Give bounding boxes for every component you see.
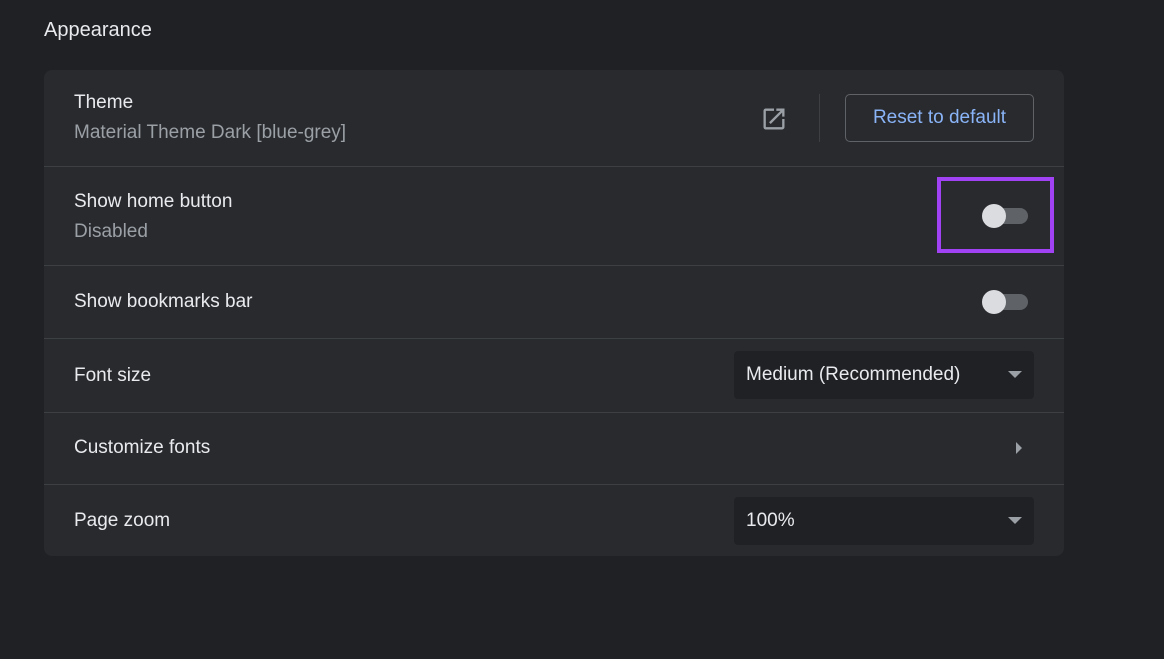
dropdown-arrow-icon xyxy=(1008,371,1022,378)
open-in-new-icon[interactable] xyxy=(760,105,788,133)
show-home-button-status: Disabled xyxy=(74,221,148,242)
section-title: Appearance xyxy=(44,19,152,41)
toggle-knob xyxy=(982,204,1006,228)
show-home-button-toggle[interactable] xyxy=(982,203,1030,229)
show-home-button-row[interactable]: Show home button Disabled xyxy=(44,166,1064,265)
show-bookmarks-bar-label: Show bookmarks bar xyxy=(74,291,253,312)
font-size-row: Font size Medium (Recommended) xyxy=(44,338,1064,412)
customize-fonts-label: Customize fonts xyxy=(74,437,211,458)
show-home-button-label: Show home button xyxy=(74,191,233,212)
font-size-label: Font size xyxy=(74,365,152,386)
dropdown-arrow-icon xyxy=(1008,517,1022,524)
page-zoom-row: Page zoom 100% xyxy=(44,484,1064,556)
vertical-divider xyxy=(819,94,820,142)
chevron-right-icon[interactable] xyxy=(1016,442,1022,454)
page-zoom-selected-value: 100% xyxy=(746,510,795,531)
theme-row: Theme Material Theme Dark [blue-grey] Re… xyxy=(44,70,1064,166)
toggle-knob xyxy=(982,290,1006,314)
font-size-select[interactable]: Medium (Recommended) xyxy=(734,351,1034,399)
page-zoom-label: Page zoom xyxy=(74,510,171,531)
appearance-settings-card: Theme Material Theme Dark [blue-grey] Re… xyxy=(44,70,1064,556)
font-size-selected-value: Medium (Recommended) xyxy=(746,364,961,385)
customize-fonts-row[interactable]: Customize fonts xyxy=(44,412,1064,484)
page-zoom-select[interactable]: 100% xyxy=(734,497,1034,545)
theme-label: Theme xyxy=(74,92,134,113)
show-bookmarks-bar-row[interactable]: Show bookmarks bar xyxy=(44,265,1064,338)
reset-to-default-button[interactable]: Reset to default xyxy=(845,94,1034,142)
theme-value: Material Theme Dark [blue-grey] xyxy=(74,122,347,143)
show-bookmarks-bar-toggle[interactable] xyxy=(982,289,1030,315)
